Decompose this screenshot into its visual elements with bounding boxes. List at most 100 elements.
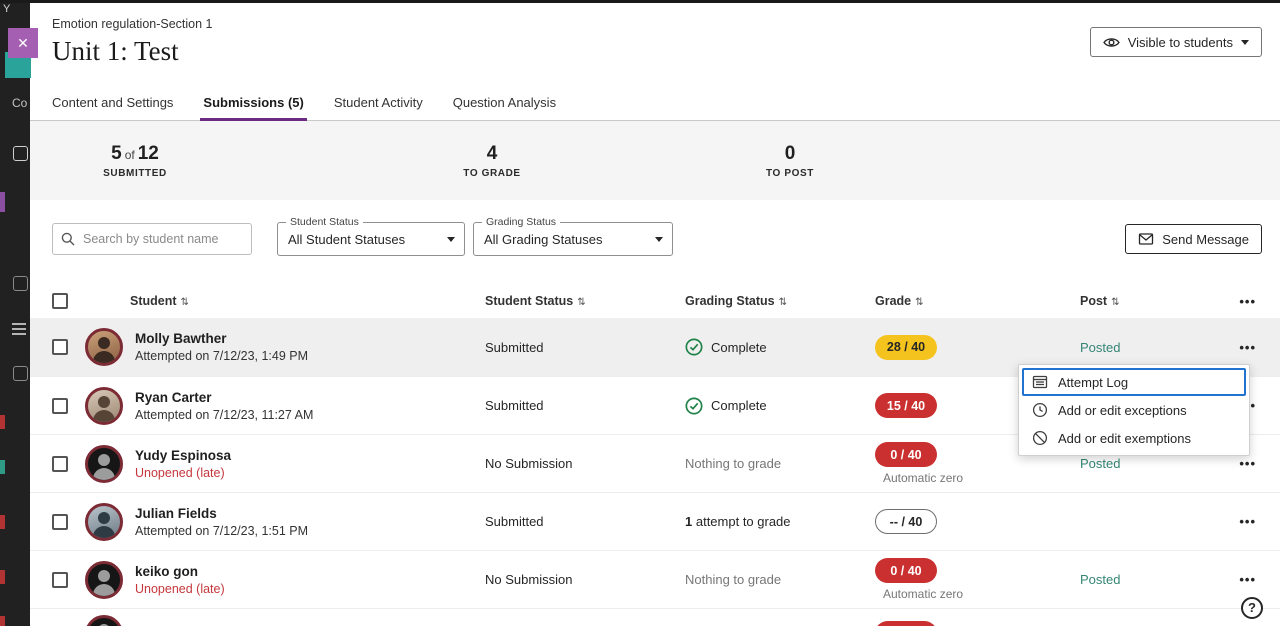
- student-name[interactable]: Molly Bawther: [135, 331, 308, 346]
- grade-pill[interactable]: 15 / 40: [875, 393, 937, 418]
- student-status: Submitted: [482, 514, 682, 529]
- student-status: No Submission: [482, 456, 682, 471]
- tab-student-activity[interactable]: Student Activity: [334, 84, 423, 120]
- column-grade[interactable]: Grade⇅: [872, 294, 1072, 308]
- row-menu-button[interactable]: •••: [1222, 456, 1262, 471]
- select-all-checkbox[interactable]: [52, 293, 68, 309]
- menu-item-add-exceptions[interactable]: Add or edit exceptions: [1022, 396, 1246, 424]
- background-icon: [13, 276, 28, 291]
- student-cell: Julian Fields Attempted on 7/12/23, 1:51…: [82, 503, 482, 541]
- grade-cell: -- / 40: [872, 509, 1072, 534]
- clock-icon: [1032, 402, 1048, 418]
- stats-bar: 5of12 SUBMITTED 4 TO GRADE 0 TO POST: [30, 121, 1280, 200]
- attempt-info: Attempted on 7/12/23, 1:49 PM: [135, 349, 308, 363]
- sort-icon: ⇅: [779, 297, 787, 308]
- grade-pill[interactable]: 0 / 40: [875, 442, 937, 467]
- filter-bar: Student Status All Student Statuses Grad…: [30, 200, 1280, 278]
- background-text-fragment: Co: [12, 96, 27, 110]
- grade-pill[interactable]: -- / 40: [875, 509, 937, 534]
- grade-pill[interactable]: 0 / 40: [875, 558, 937, 583]
- grade-note: Automatic zero: [875, 587, 963, 601]
- row-checkbox[interactable]: [52, 514, 68, 530]
- avatar: [85, 503, 123, 541]
- student-name[interactable]: keiko gon: [135, 564, 225, 579]
- sort-icon: ⇅: [915, 297, 923, 308]
- background-icon: [13, 366, 28, 381]
- row-context-menu: Attempt Log Add or edit exceptions Add o…: [1018, 364, 1250, 456]
- row-menu-button[interactable]: •••: [1222, 514, 1262, 529]
- table-header: Student⇅ Student Status⇅ Grading Status⇅…: [30, 284, 1280, 318]
- tab-content-and-settings[interactable]: Content and Settings: [52, 84, 173, 120]
- complete-check-icon: [685, 338, 703, 356]
- stat-to-post: 0 TO POST: [715, 143, 865, 179]
- column-post[interactable]: Post⇅: [1072, 294, 1222, 308]
- grading-status-select-value: All Grading Statuses: [484, 232, 603, 247]
- post-status[interactable]: Posted: [1072, 456, 1222, 471]
- row-checkbox[interactable]: [52, 339, 68, 355]
- eye-icon: [1103, 34, 1120, 51]
- avatar: [85, 445, 123, 483]
- table-row[interactable]: Julian Fields Attempted on 7/12/23, 1:51…: [30, 492, 1280, 550]
- avatar: [85, 328, 123, 366]
- search-box: [52, 223, 252, 255]
- close-panel-button[interactable]: ✕: [8, 28, 38, 58]
- row-checkbox[interactable]: [52, 572, 68, 588]
- send-message-button[interactable]: Send Message: [1125, 224, 1262, 254]
- envelope-icon: [1138, 231, 1154, 247]
- page-title: Unit 1: Test: [52, 36, 1262, 67]
- search-input[interactable]: [52, 223, 252, 255]
- post-status[interactable]: Posted: [1072, 340, 1222, 355]
- row-checkbox[interactable]: [52, 456, 68, 472]
- student-name[interactable]: Yudy Espinosa: [135, 448, 231, 463]
- student-name[interactable]: Julian Fields: [135, 506, 308, 521]
- student-status: No Submission: [482, 572, 682, 587]
- grade-pill[interactable]: 28 / 40: [875, 335, 937, 360]
- tab-question-analysis[interactable]: Question Analysis: [453, 84, 556, 120]
- student-status: Submitted: [482, 398, 682, 413]
- grading-status: Complete: [682, 397, 872, 415]
- background-text-fragment: Y: [3, 3, 10, 15]
- panel-header: Emotion regulation-Section 1 Unit 1: Tes…: [30, 3, 1280, 84]
- menu-lines-icon: [12, 320, 26, 338]
- student-status-select[interactable]: Student Status All Student Statuses: [277, 222, 465, 256]
- grade-cell: 28 / 40: [872, 335, 1072, 360]
- student-cell: Yudy Espinosa Unopened (late): [82, 445, 482, 483]
- column-student-status[interactable]: Student Status⇅: [482, 294, 682, 308]
- background-icon: [13, 146, 28, 161]
- avatar: [85, 615, 123, 626]
- stat-to-grade: 4 TO GRADE: [417, 143, 567, 179]
- grade-pill: [875, 621, 937, 626]
- row-menu-button[interactable]: •••: [1222, 340, 1262, 355]
- menu-item-add-exemptions[interactable]: Add or edit exemptions: [1022, 424, 1246, 452]
- student-name[interactable]: Ryan Carter: [135, 390, 313, 405]
- avatar: [85, 561, 123, 599]
- stat-submitted: 5of12 SUBMITTED: [60, 143, 210, 179]
- table-menu-button[interactable]: •••: [1222, 294, 1262, 309]
- visibility-label: Visible to students: [1128, 35, 1233, 50]
- complete-check-icon: [685, 397, 703, 415]
- grade-note: Automatic zero: [875, 471, 963, 485]
- menu-item-attempt-log[interactable]: Attempt Log: [1022, 368, 1246, 396]
- screen: Y Co ✕ Emotion regulation-Section 1 Unit…: [0, 0, 1280, 626]
- column-student[interactable]: Student⇅: [82, 294, 482, 308]
- row-checkbox[interactable]: [52, 398, 68, 414]
- help-button[interactable]: ?: [1241, 597, 1263, 619]
- table-row-partial: [30, 608, 1280, 626]
- sort-icon: ⇅: [1111, 297, 1119, 308]
- avatar: [85, 387, 123, 425]
- table-row[interactable]: keiko gon Unopened (late) No Submission …: [30, 550, 1280, 608]
- column-grading-status[interactable]: Grading Status⇅: [682, 294, 872, 308]
- post-status[interactable]: Posted: [1072, 572, 1222, 587]
- attempt-log-icon: [1032, 374, 1048, 390]
- attempt-info: Attempted on 7/12/23, 11:27 AM: [135, 408, 313, 422]
- tab-submissions[interactable]: Submissions (5): [203, 84, 303, 120]
- page-top-edge: [0, 0, 1280, 3]
- grading-status: Nothing to grade: [682, 572, 872, 587]
- grading-status-select[interactable]: Grading Status All Grading Statuses: [473, 222, 673, 256]
- row-menu-button[interactable]: •••: [1222, 572, 1262, 587]
- tab-bar: Content and Settings Submissions (5) Stu…: [30, 84, 1280, 121]
- student-cell: keiko gon Unopened (late): [82, 561, 482, 599]
- grading-status: 1 attempt to grade: [682, 514, 872, 529]
- attempt-info: Unopened (late): [135, 582, 225, 596]
- visibility-dropdown[interactable]: Visible to students: [1090, 27, 1262, 57]
